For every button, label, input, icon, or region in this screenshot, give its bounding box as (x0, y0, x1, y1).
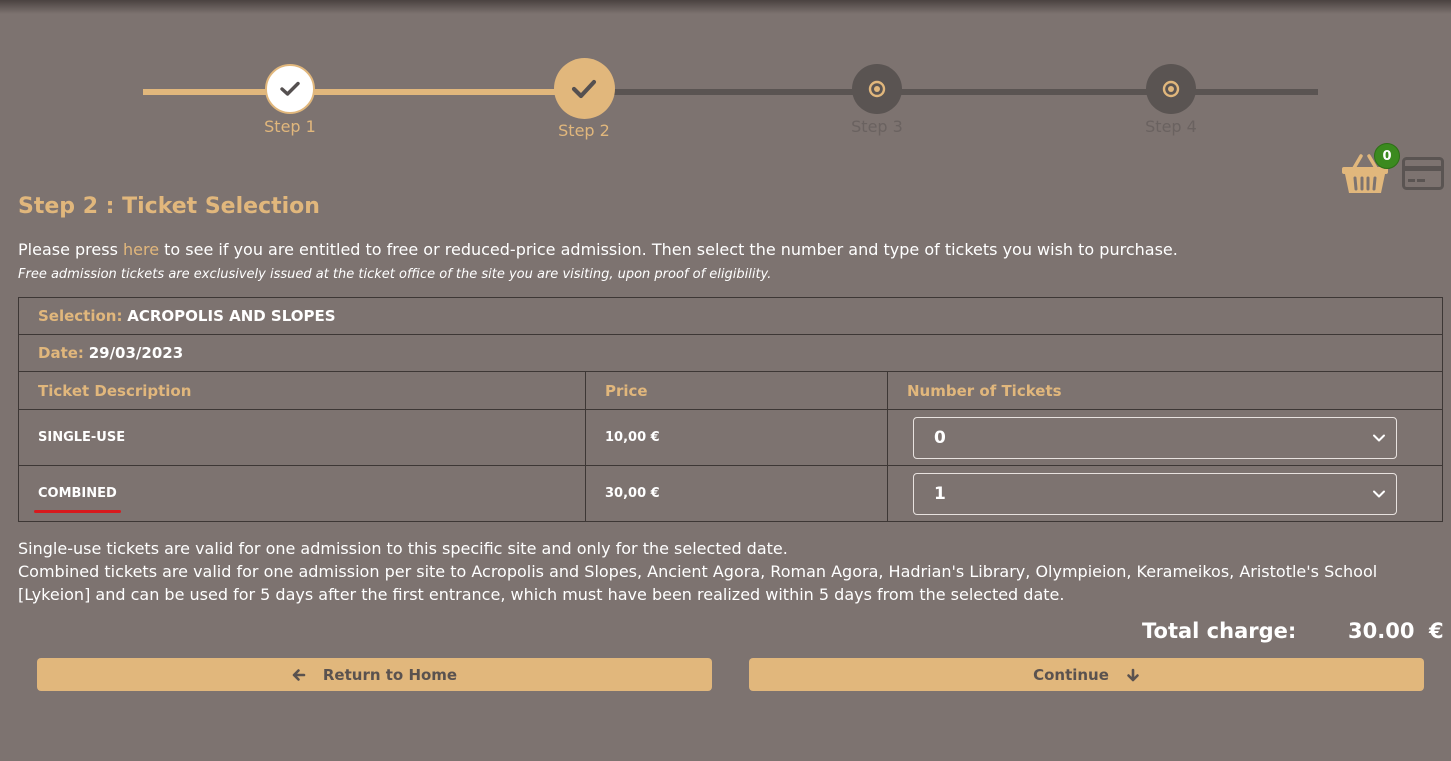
dot-circle-icon (1162, 80, 1180, 98)
selection-row: Selection: ACROPOLIS AND SLOPES (18, 297, 1443, 335)
arrow-down-icon (1127, 668, 1139, 681)
intro-text: Please press here to see if you are enti… (18, 240, 1178, 259)
selection-label: Selection: (38, 307, 123, 325)
progress-stepper: Step 1 Step 2 Step 3 Step 4 (0, 0, 1451, 150)
single-use-quantity-select[interactable]: 0 (913, 416, 1397, 459)
ticket-price: 30,00 € (585, 465, 888, 522)
quantity-value: 1 (934, 483, 946, 504)
step-4-label: Step 4 (1145, 117, 1197, 136)
table-row: SINGLE-USE 10,00 € 0 (18, 409, 1443, 466)
return-home-button[interactable]: Return to Home (37, 658, 712, 691)
ticket-table: Selection: ACROPOLIS AND SLOPES Date: 29… (18, 297, 1443, 522)
step-1-circle (265, 64, 315, 114)
free-admission-note: Free admission tickets are exclusively i… (18, 267, 772, 282)
ticket-description-cell: COMBINED (18, 465, 586, 522)
step-3: Step 3 (827, 64, 927, 136)
ticket-info: Single-use tickets are valid for one adm… (18, 537, 1438, 606)
ticket-description-text: COMBINED (38, 486, 117, 501)
ticket-price: 10,00 € (585, 409, 888, 466)
ticket-description: SINGLE-USE (18, 409, 586, 466)
credit-card-icon[interactable] (1402, 157, 1444, 190)
date-cell: Date: 29/03/2023 (18, 334, 1443, 372)
step-3-label: Step 3 (851, 117, 903, 136)
total-charge-value: 30.00 € (1348, 619, 1444, 643)
step-4-circle (1146, 64, 1196, 114)
return-home-label: Return to Home (322, 665, 458, 684)
continue-label: Continue (1033, 665, 1109, 684)
ticket-description: COMBINED (34, 486, 121, 513)
step-3-circle (852, 64, 902, 114)
date-value: 29/03/2023 (88, 344, 184, 362)
total-charge-label: Total charge: (1142, 619, 1297, 643)
red-underline-annotation (34, 510, 121, 513)
header-description: Ticket Description (18, 371, 586, 410)
combined-info: Combined tickets are valid for one admis… (18, 562, 1378, 604)
continue-button[interactable]: Continue (749, 658, 1424, 691)
selection-value: ACROPOLIS AND SLOPES (127, 307, 336, 325)
page-title: Step 2 : Ticket Selection (18, 194, 320, 219)
eligibility-link[interactable]: here (123, 240, 159, 259)
dot-circle-icon (868, 80, 886, 98)
chevron-down-icon (1373, 434, 1385, 441)
header-price: Price (585, 371, 888, 410)
selection-cell: Selection: ACROPOLIS AND SLOPES (18, 297, 1443, 335)
step-1-label: Step 1 (264, 117, 316, 136)
date-label: Date: (38, 344, 84, 362)
arrow-left-icon (292, 668, 306, 681)
step-2[interactable]: Step 2 (534, 58, 634, 140)
step-2-circle (553, 58, 615, 119)
combined-quantity-select[interactable]: 1 (913, 472, 1397, 515)
date-row: Date: 29/03/2023 (18, 334, 1443, 372)
quantity-cell: 0 (887, 409, 1443, 466)
intro-text-start: Please press (18, 240, 123, 259)
single-use-info: Single-use tickets are valid for one adm… (18, 539, 788, 558)
step-1[interactable]: Step 1 (240, 64, 340, 136)
cart-count-badge: 0 (1374, 143, 1400, 169)
table-header-row: Ticket Description Price Number of Ticke… (18, 371, 1443, 410)
step-4: Step 4 (1121, 64, 1221, 136)
intro-text-end: to see if you are entitled to free or re… (159, 240, 1178, 259)
chevron-down-icon (1373, 490, 1385, 497)
check-icon (571, 79, 597, 98)
quantity-cell: 1 (887, 465, 1443, 522)
check-icon (280, 81, 300, 96)
step-2-label: Step 2 (558, 121, 610, 140)
table-row: COMBINED 30,00 € 1 (18, 465, 1443, 522)
header-number: Number of Tickets (887, 371, 1443, 410)
stepper-line-completed (143, 89, 584, 95)
quantity-value: 0 (934, 427, 946, 448)
